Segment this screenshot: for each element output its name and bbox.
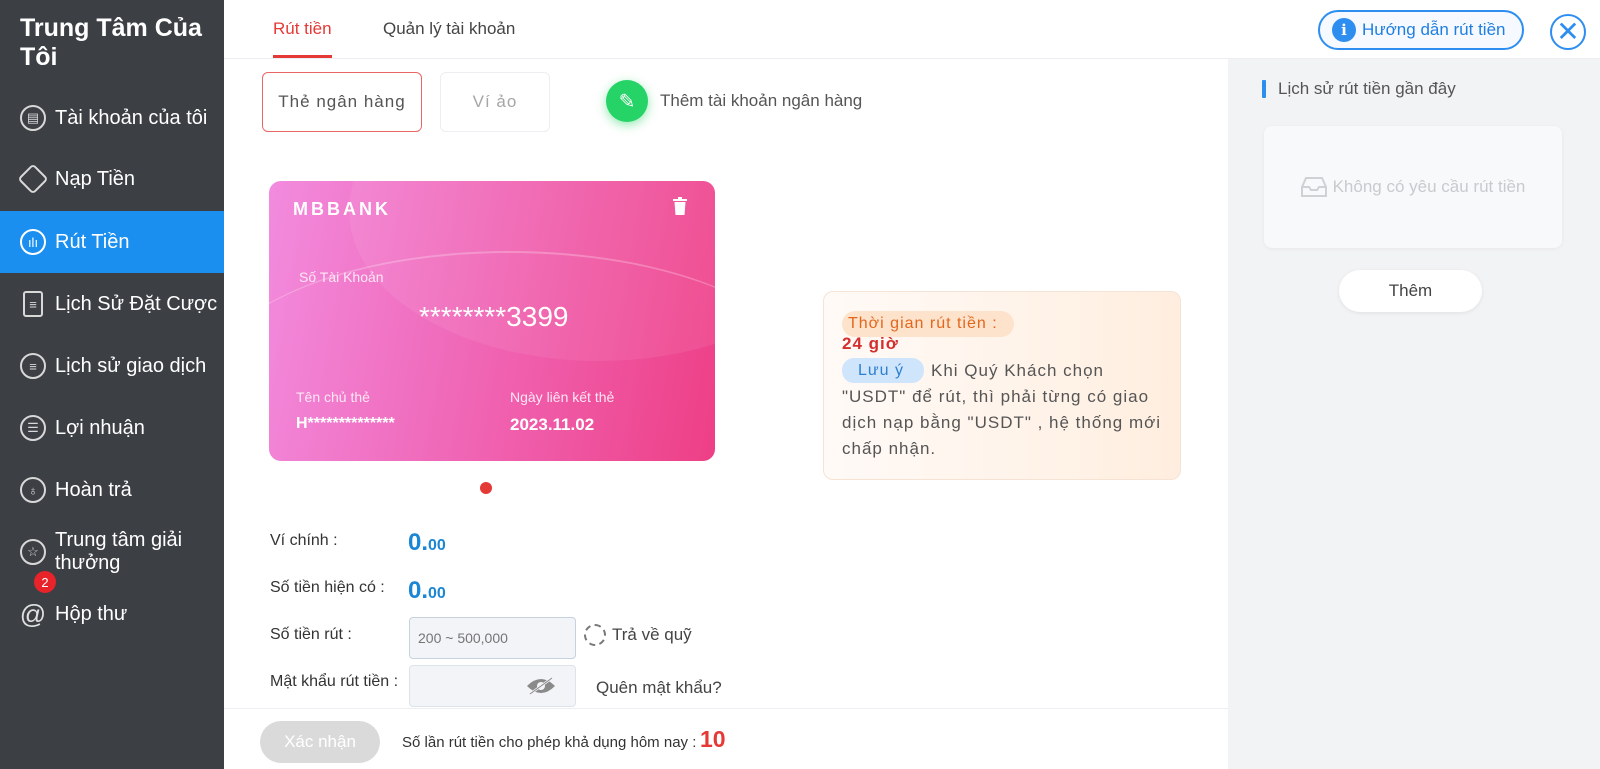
- withdraw-limit-value: 10: [700, 726, 726, 752]
- subtab-virtual-wallet[interactable]: Ví ảo: [440, 72, 550, 132]
- confirm-button[interactable]: Xác nhận: [260, 721, 380, 763]
- withdraw-limit-text: Số lần rút tiền cho phép khả dụng hôm na…: [402, 734, 697, 751]
- sidebar-item-label: Lợi nhuận: [55, 416, 145, 439]
- info-icon: i: [1332, 18, 1356, 42]
- account-number: ********3399: [419, 301, 569, 332]
- account-number-label: Số Tài Khoản: [299, 269, 384, 285]
- recent-history-title: Lịch sử rút tiền gần đây: [1262, 79, 1456, 99]
- sidebar-item-label: Hộp thư: [55, 602, 128, 625]
- reward-icon: ☆: [20, 539, 46, 565]
- balance-decimal: 00: [428, 585, 446, 602]
- guide-button-label: Hướng dẫn rút tiền: [1362, 20, 1506, 39]
- tab-withdraw[interactable]: Rút tiền: [273, 0, 332, 58]
- refresh-icon: [584, 624, 606, 646]
- inbox-tray-icon: [1300, 177, 1327, 197]
- sidebar-item-label: Nạp Tiền: [55, 167, 136, 190]
- link-date-value: 2023.11.02: [510, 415, 595, 434]
- sidebar-item-account[interactable]: ▤ Tài khoản của tôi: [0, 87, 224, 149]
- deposit-icon: [17, 163, 49, 195]
- empty-history-box: Không có yêu cầu rút tiền: [1264, 126, 1562, 248]
- footer-bar: Xác nhận Số lần rút tiền cho phép khả dụ…: [224, 708, 1228, 769]
- balance-integer: 0.: [408, 577, 429, 604]
- close-icon: ✕: [1556, 16, 1580, 47]
- rebate-icon: ♁: [20, 477, 46, 503]
- withdraw-time-value: 24 giờ: [842, 334, 899, 353]
- sidebar-item-bet-history[interactable]: ≡ Lịch Sử Đặt Cược: [0, 273, 224, 335]
- sidebar-item-withdraw[interactable]: ılı Rút Tiền: [0, 211, 224, 273]
- return-to-fund-button[interactable]: Trả về quỹ: [584, 624, 692, 646]
- unread-badge: 2: [34, 571, 56, 593]
- more-button[interactable]: Thêm: [1339, 270, 1482, 312]
- withdraw-guide-button[interactable]: i Hướng dẫn rút tiền: [1318, 10, 1524, 50]
- balance-integer: 0.: [408, 529, 429, 556]
- bet-history-icon: ≡: [23, 291, 43, 317]
- tab-bar: Rút tiền Quản lý tài khoản i Hướng dẫn r…: [224, 0, 1600, 59]
- subtab-bank-card[interactable]: Thẻ ngân hàng: [262, 72, 422, 132]
- account-icon: ▤: [20, 105, 46, 131]
- withdraw-amount-label: Số tiền rút :: [270, 626, 352, 643]
- trash-icon[interactable]: [673, 197, 687, 215]
- balance-decimal: 00: [428, 537, 446, 554]
- transaction-history-icon: ≡: [20, 353, 46, 379]
- card-holder-label: Tên chủ thẻ: [296, 389, 370, 405]
- sidebar-item-mail[interactable]: @ 2 Hộp thư: [0, 571, 224, 645]
- pencil-icon: ✎: [606, 80, 648, 122]
- bank-card[interactable]: MBBANK Số Tài Khoản ********3399 Tên chủ…: [269, 181, 715, 461]
- carousel-dot[interactable]: [480, 482, 492, 494]
- mail-icon: @: [19, 598, 47, 629]
- sidebar-item-deposit[interactable]: Nạp Tiền: [0, 148, 224, 210]
- note-text: Khi Quý Khách chọn "USDT" để rút, thì ph…: [842, 361, 1162, 458]
- bank-name: MBBANK: [293, 199, 391, 219]
- sidebar-item-label: Rút Tiền: [55, 230, 130, 253]
- withdraw-amount-input[interactable]: [409, 617, 576, 659]
- available-balance-label: Số tiền hiện có :: [270, 579, 385, 596]
- sidebar-item-label: Lịch Sử Đặt Cược: [55, 292, 218, 315]
- sidebar-item-label: Trung tâm giải thưởng: [55, 529, 183, 574]
- tab-account-management[interactable]: Quản lý tài khoản: [383, 0, 515, 58]
- profit-icon: ☰: [20, 415, 46, 441]
- empty-history-text: Không có yêu cầu rút tiền: [1332, 177, 1526, 196]
- withdraw-info-box: Thời gian rút tiền : 24 giờ Lưu ý Khi Qu…: [823, 291, 1181, 480]
- main-wallet-balance: 0.00: [408, 529, 446, 557]
- sidebar-item-label: Tài khoản của tôi: [55, 106, 208, 129]
- main-panel: Rút tiền Quản lý tài khoản i Hướng dẫn r…: [224, 0, 1600, 769]
- main-wallet-label: Ví chính :: [270, 532, 338, 549]
- return-to-fund-label: Trả về quỹ: [612, 625, 692, 644]
- link-date-label: Ngày liên kết thẻ: [510, 389, 615, 405]
- eye-slash-icon[interactable]: [526, 676, 556, 696]
- sidebar-item-transaction-history[interactable]: ≡ Lịch sử giao dịch: [0, 335, 224, 397]
- add-bank-account-button[interactable]: ✎ Thêm tài khoản ngân hàng: [606, 80, 862, 122]
- available-balance: 0.00: [408, 577, 446, 605]
- withdraw-password-label: Mật khẩu rút tiền :: [270, 673, 399, 690]
- sidebar-item-label: Lịch sử giao dịch: [55, 354, 207, 377]
- recent-history-panel: Lịch sử rút tiền gần đây Không có yêu cầ…: [1228, 59, 1600, 769]
- close-button[interactable]: ✕: [1550, 14, 1586, 50]
- forgot-password-link[interactable]: Quên mật khẩu?: [596, 678, 722, 698]
- sidebar-item-reward[interactable]: ☆ Trung tâm giải thưởng: [0, 521, 224, 583]
- sidebar: Trung Tâm Của Tôi ▤ Tài khoản của tôi Nạ…: [0, 0, 224, 769]
- sidebar-item-profit[interactable]: ☰ Lợi nhuận: [0, 397, 224, 459]
- sidebar-item-rebate[interactable]: ♁ Hoàn trả: [0, 459, 224, 521]
- add-bank-label: Thêm tài khoản ngân hàng: [660, 91, 863, 110]
- withdraw-icon: ılı: [20, 229, 46, 255]
- card-holder-value: H**************: [296, 415, 395, 432]
- sidebar-item-label: Hoàn trả: [55, 478, 132, 501]
- sidebar-title: Trung Tâm Của Tôi: [20, 14, 202, 71]
